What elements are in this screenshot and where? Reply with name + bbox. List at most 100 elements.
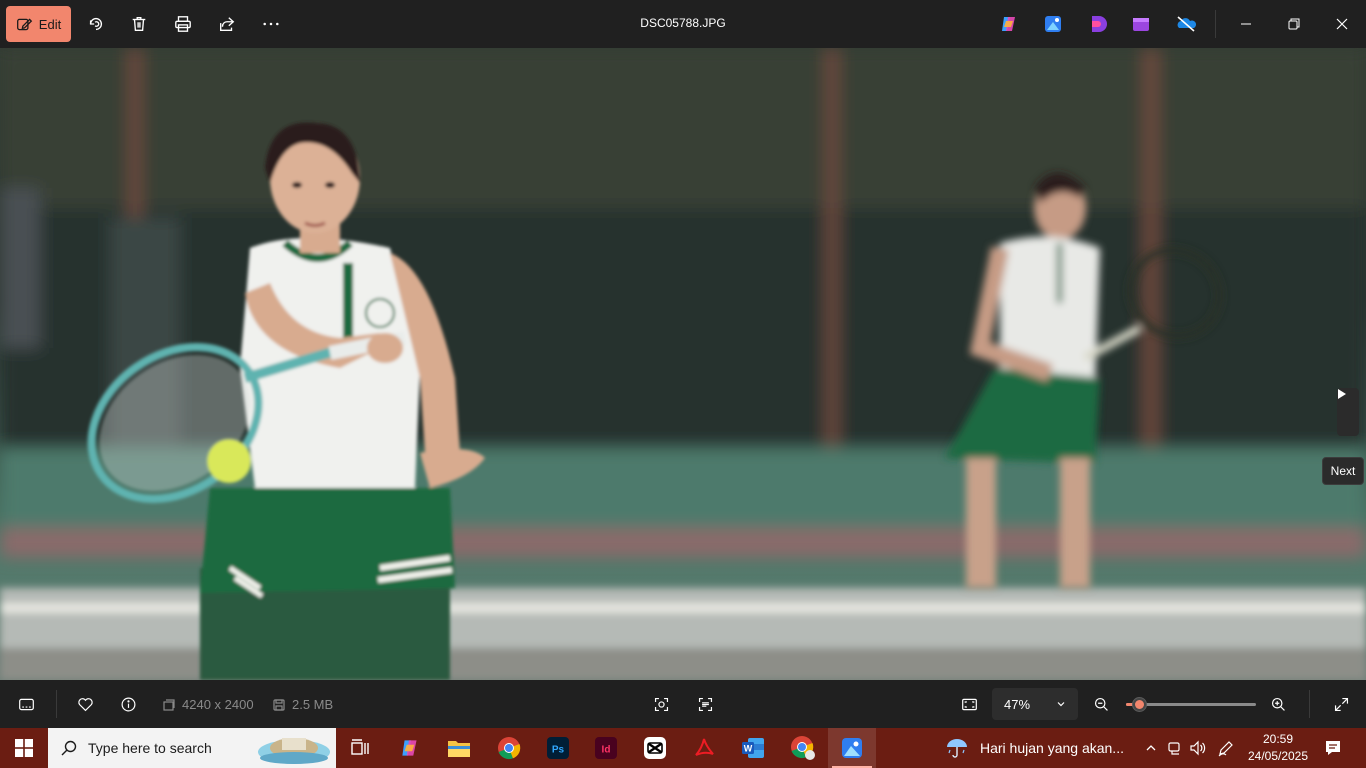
word-icon: W bbox=[742, 738, 764, 758]
clock-date: 24/05/2025 bbox=[1247, 749, 1309, 763]
taskbar-word[interactable]: W bbox=[729, 728, 777, 768]
capcut-icon bbox=[644, 737, 666, 759]
photos-app-window: Edit DSC05788.JPG Next 4240 x 2400 2.5 M… bbox=[0, 0, 1366, 728]
edit-label: Edit bbox=[38, 16, 62, 32]
notification-icon bbox=[1326, 741, 1340, 755]
text-scan-button[interactable] bbox=[694, 693, 716, 715]
restore-icon bbox=[1288, 18, 1300, 30]
print-icon bbox=[175, 16, 191, 32]
fullscreen-button[interactable] bbox=[1330, 693, 1352, 715]
weather-widget[interactable]: Hari hujan yang akan... bbox=[944, 728, 1124, 768]
onedrive-icon[interactable] bbox=[1175, 13, 1197, 35]
minimize-icon bbox=[1241, 23, 1251, 25]
copilot-icon[interactable] bbox=[998, 13, 1020, 35]
delete-icon bbox=[132, 17, 146, 31]
file-size: 2.5 MB bbox=[272, 697, 333, 712]
more-icon bbox=[263, 22, 279, 26]
volume-icon bbox=[1190, 740, 1206, 756]
clock-time: 20:59 bbox=[1262, 732, 1294, 746]
acrobat-icon bbox=[695, 738, 714, 756]
search-placeholder: Type here to search bbox=[88, 740, 212, 756]
text-scan-icon bbox=[698, 697, 712, 711]
filmstrip-button[interactable] bbox=[15, 693, 37, 715]
svg-text:W: W bbox=[744, 744, 753, 754]
taskbar-capcut[interactable] bbox=[631, 728, 679, 768]
print-button[interactable] bbox=[171, 12, 195, 36]
windows-taskbar: Type here to search Ps Id W Hari hujan y… bbox=[0, 728, 1366, 768]
taskbar-file-explorer[interactable] bbox=[435, 728, 483, 768]
volume-button[interactable] bbox=[1188, 738, 1208, 758]
file-title: DSC05788.JPG bbox=[640, 16, 726, 30]
zoom-in-button[interactable] bbox=[1267, 693, 1289, 715]
rotate-icon bbox=[89, 17, 103, 31]
info-button[interactable] bbox=[117, 693, 139, 715]
zoom-out-button[interactable] bbox=[1090, 693, 1112, 715]
chrome-icon bbox=[498, 737, 521, 760]
chevron-down-icon bbox=[1057, 702, 1065, 707]
taskbar-photos[interactable] bbox=[828, 728, 876, 768]
fit-screen-icon bbox=[961, 698, 977, 710]
zoom-slider[interactable] bbox=[1126, 697, 1256, 712]
fit-window-button[interactable] bbox=[958, 693, 980, 715]
tennis-photo bbox=[0, 48, 1366, 680]
weather-text: Hari hujan yang akan... bbox=[980, 740, 1124, 756]
notifications-button[interactable] bbox=[1323, 738, 1343, 758]
taskbar-chrome-profile[interactable] bbox=[779, 728, 827, 768]
zoom-value: 47% bbox=[1004, 696, 1031, 712]
bottom-divider bbox=[1309, 690, 1310, 718]
chevron-up-icon bbox=[1146, 745, 1156, 751]
favorite-button[interactable] bbox=[74, 693, 96, 715]
taskbar-copilot[interactable] bbox=[386, 728, 434, 768]
system-clock[interactable]: 20:59 24/05/2025 bbox=[1243, 731, 1313, 765]
edit-button[interactable]: Edit bbox=[6, 6, 71, 42]
photo-canvas[interactable]: Next bbox=[0, 48, 1366, 680]
zoom-dropdown[interactable]: 47% bbox=[992, 688, 1078, 720]
search-icon bbox=[61, 740, 77, 756]
file-explorer-icon bbox=[448, 741, 470, 757]
search-highlight-image bbox=[258, 738, 330, 764]
taskbar-chrome[interactable] bbox=[485, 728, 533, 768]
next-button[interactable] bbox=[1337, 388, 1359, 436]
minimize-button[interactable] bbox=[1234, 12, 1258, 36]
task-view-button[interactable] bbox=[336, 728, 384, 768]
taskbar-indesign[interactable]: Id bbox=[582, 728, 630, 768]
meet-now-icon bbox=[1168, 742, 1180, 755]
taskbar-photoshop[interactable]: Ps bbox=[534, 728, 582, 768]
edit-icon bbox=[16, 17, 32, 30]
next-tooltip: Next bbox=[1322, 457, 1364, 485]
expand-icon bbox=[1334, 697, 1348, 711]
zoom-in-icon bbox=[1271, 697, 1285, 711]
svg-text:Id: Id bbox=[602, 745, 611, 756]
share-button[interactable] bbox=[215, 12, 239, 36]
clipchamp-icon[interactable] bbox=[1087, 13, 1109, 35]
taskbar-acrobat[interactable] bbox=[680, 728, 728, 768]
close-icon bbox=[1336, 18, 1348, 30]
zoom-slider-thumb[interactable] bbox=[1132, 697, 1147, 712]
play-next-icon bbox=[1338, 389, 1346, 399]
photos-icon bbox=[842, 738, 862, 758]
copilot-icon bbox=[402, 740, 417, 756]
file-size-text: 2.5 MB bbox=[292, 697, 334, 712]
rotate-button[interactable] bbox=[84, 12, 108, 36]
photos-designer-icon[interactable] bbox=[1042, 13, 1064, 35]
start-button[interactable] bbox=[0, 728, 48, 768]
filmstrip-icon bbox=[18, 698, 34, 710]
close-button[interactable] bbox=[1330, 12, 1354, 36]
delete-button[interactable] bbox=[127, 12, 151, 36]
chrome-profile-icon bbox=[791, 736, 815, 760]
visual-search-icon bbox=[654, 697, 668, 711]
zoom-out-icon bbox=[1094, 697, 1108, 711]
pen-icon bbox=[1218, 741, 1233, 757]
bottom-divider bbox=[56, 690, 57, 718]
dimensions-text: 4240 x 2400 bbox=[182, 697, 254, 712]
bottom-toolbar: 4240 x 2400 2.5 MB 47% bbox=[0, 680, 1366, 728]
tray-meet-button[interactable] bbox=[1165, 738, 1185, 758]
more-button[interactable] bbox=[259, 12, 283, 36]
video-editor-icon[interactable] bbox=[1130, 13, 1152, 35]
pen-menu-button[interactable] bbox=[1216, 738, 1236, 758]
visual-search-button[interactable] bbox=[650, 693, 672, 715]
photoshop-icon: Ps bbox=[547, 737, 569, 759]
show-hidden-icons-button[interactable] bbox=[1141, 738, 1161, 758]
taskbar-search-box[interactable]: Type here to search bbox=[48, 728, 336, 768]
restore-button[interactable] bbox=[1282, 12, 1306, 36]
